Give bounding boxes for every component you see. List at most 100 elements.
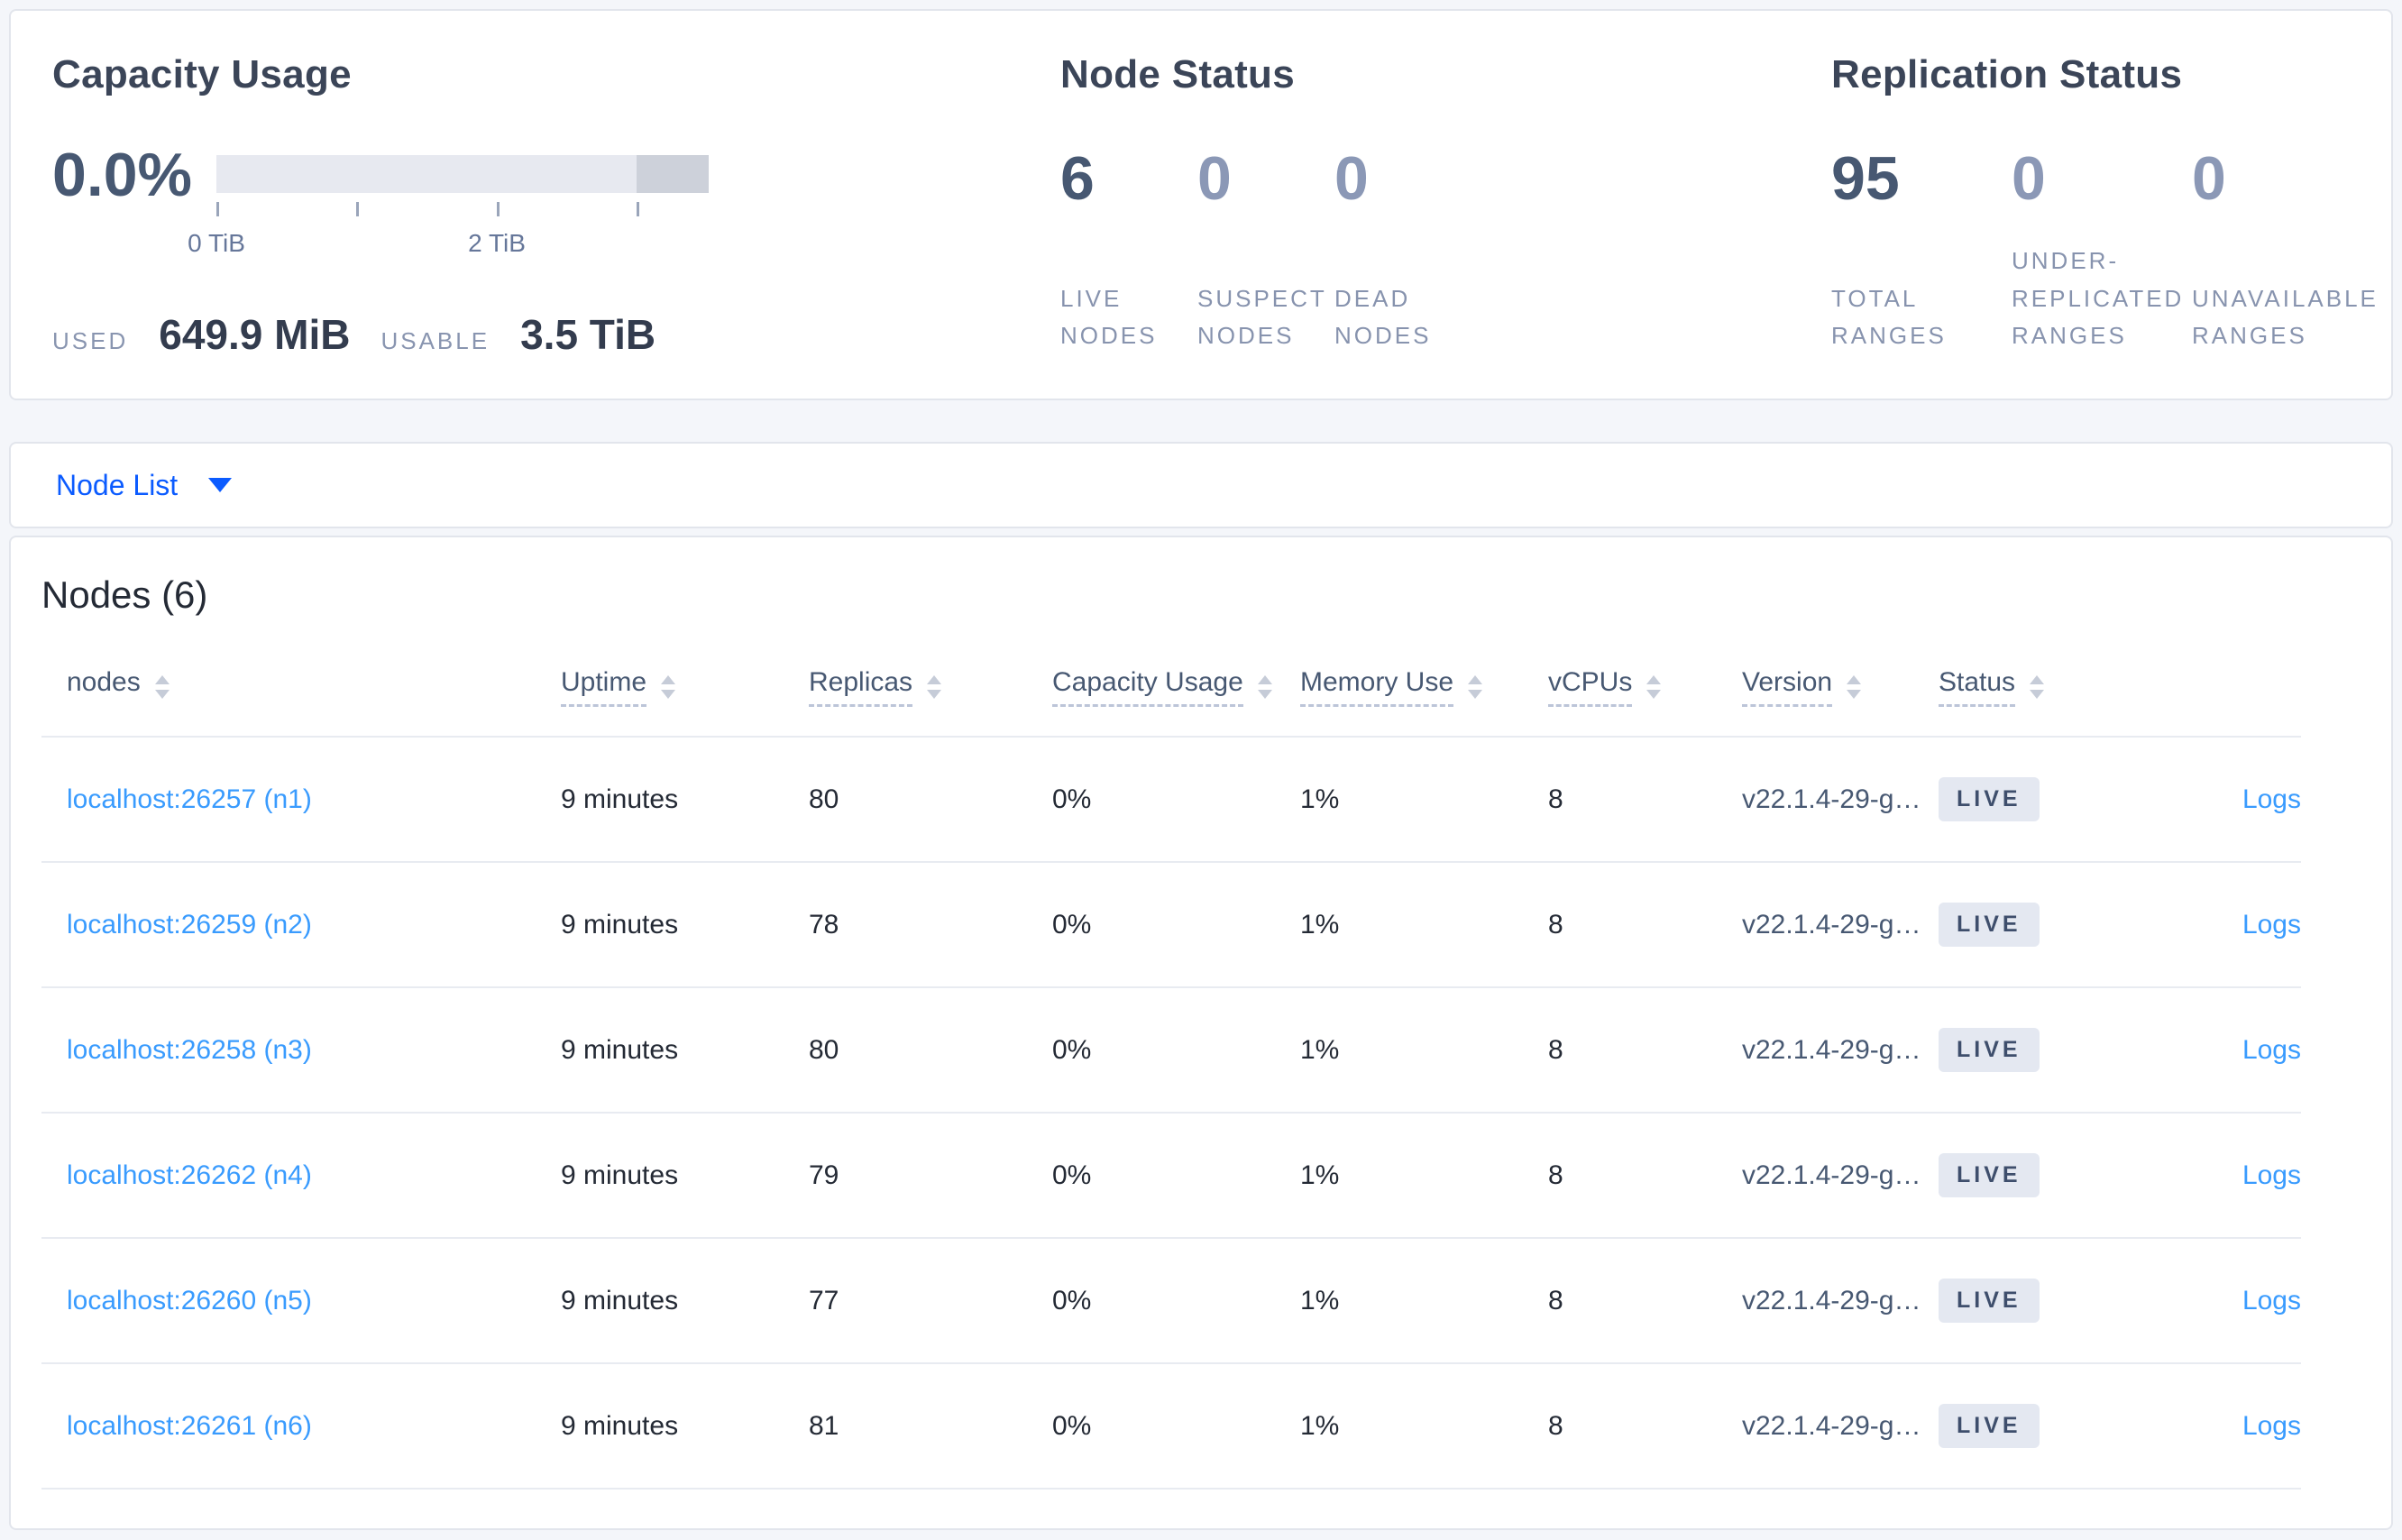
capacity-usage-title: Capacity Usage — [52, 52, 352, 96]
logs-link[interactable]: Logs — [2242, 910, 2301, 940]
uptime-cell: 9 minutes — [561, 1285, 679, 1315]
under-replicated-ranges-stat: 0 UNDER-REPLICATED RANGES — [2012, 148, 2192, 355]
version-cell: v22.1.4-29-g… — [1742, 784, 1921, 814]
sort-icon — [1257, 675, 1272, 699]
replicas-cell: 81 — [809, 1410, 839, 1441]
column-header-capacity-usage[interactable]: Capacity Usage — [1052, 667, 1300, 707]
sort-icon — [927, 675, 942, 699]
logs-link[interactable]: Logs — [2242, 1035, 2301, 1065]
replicas-cell: 79 — [809, 1160, 839, 1190]
node-link[interactable]: localhost:26261 (n6) — [67, 1411, 312, 1441]
table-row: localhost:26262 (n4) 9 minutes 79 0% 1% … — [41, 1114, 2301, 1239]
capacity-usage-bar — [216, 155, 709, 193]
live-nodes-value: 6 — [1060, 144, 1095, 213]
capacity-axis: 0 TiB 2 TiB — [188, 202, 709, 265]
used-value: 649.9 MiB — [159, 311, 351, 358]
usable-label: USABLE — [380, 327, 490, 354]
vcpus-cell: 8 — [1548, 1160, 1563, 1190]
column-header-status[interactable]: Status — [1939, 667, 2148, 707]
uptime-cell: 9 minutes — [561, 784, 679, 814]
live-nodes-label: LIVE NODES — [1060, 284, 1158, 350]
axis-tick — [356, 202, 359, 216]
memory-use-cell: 1% — [1300, 1410, 1340, 1441]
dead-nodes-label: DEAD NODES — [1334, 284, 1432, 350]
node-link[interactable]: localhost:26258 (n3) — [67, 1035, 312, 1065]
column-header-version[interactable]: Version — [1742, 667, 1939, 707]
cluster-summary-card: Capacity Usage 0.0% 0 TiB 2 TiB USED 649… — [9, 9, 2393, 400]
capacity-usage-cell: 0% — [1052, 1034, 1092, 1065]
replication-status-title: Replication Status — [1831, 52, 2183, 96]
version-cell: v22.1.4-29-g… — [1742, 1034, 1921, 1065]
node-link[interactable]: localhost:26257 (n1) — [67, 784, 312, 814]
axis-tick — [216, 202, 219, 216]
memory-use-cell: 1% — [1300, 909, 1340, 940]
total-ranges-value: 95 — [1831, 144, 1900, 213]
version-cell: v22.1.4-29-g… — [1742, 1160, 1921, 1190]
version-cell: v22.1.4-29-g… — [1742, 1285, 1921, 1315]
used-label: USED — [52, 327, 129, 354]
version-cell: v22.1.4-29-g… — [1742, 1410, 1921, 1441]
unavailable-ranges-stat: 0 UNAVAILABLE RANGES — [2192, 148, 2379, 355]
replicas-cell: 77 — [809, 1285, 839, 1315]
vcpus-cell: 8 — [1548, 1034, 1563, 1065]
status-badge: LIVE — [1939, 1028, 2040, 1072]
under-replicated-ranges-value: 0 — [2012, 144, 2046, 213]
dead-nodes-stat: 0 DEAD NODES — [1334, 148, 1471, 355]
sort-icon — [661, 675, 676, 699]
column-header-nodes[interactable]: nodes — [67, 667, 561, 707]
replication-status-stats: 95 TOTAL RANGES 0 UNDER-REPLICATED RANGE… — [1831, 144, 2379, 355]
logs-link[interactable]: Logs — [2242, 784, 2301, 814]
column-header-uptime[interactable]: Uptime — [561, 667, 809, 707]
chevron-down-icon — [208, 478, 233, 492]
table-header-row: nodes Uptime Replicas Capacity Usage Mem… — [41, 638, 2301, 738]
table-row: localhost:26261 (n6) 9 minutes 81 0% 1% … — [41, 1364, 2301, 1490]
status-badge: LIVE — [1939, 903, 2040, 947]
node-link[interactable]: localhost:26262 (n4) — [67, 1160, 312, 1190]
suspect-nodes-stat: 0 SUSPECT NODES — [1197, 148, 1334, 355]
column-header-memory-use[interactable]: Memory Use — [1300, 667, 1548, 707]
node-list-dropdown[interactable]: Node List — [56, 468, 233, 502]
table-row: localhost:26260 (n5) 9 minutes 77 0% 1% … — [41, 1239, 2301, 1364]
unavailable-ranges-label: UNAVAILABLE RANGES — [2192, 284, 2379, 350]
capacity-usage-cell: 0% — [1052, 1285, 1092, 1315]
node-link[interactable]: localhost:26260 (n5) — [67, 1286, 312, 1315]
memory-use-cell: 1% — [1300, 784, 1340, 814]
logs-link[interactable]: Logs — [2242, 1160, 2301, 1190]
live-nodes-stat: 6 LIVE NODES — [1060, 148, 1197, 355]
node-status-section: Node Status 6 LIVE NODES 0 SUSPECT NODES… — [1060, 11, 1764, 399]
table-row: localhost:26258 (n3) 9 minutes 80 0% 1% … — [41, 988, 2301, 1114]
logs-link[interactable]: Logs — [2242, 1286, 2301, 1315]
suspect-nodes-label: SUSPECT NODES — [1197, 284, 1327, 350]
node-status-title: Node Status — [1060, 52, 1295, 96]
capacity-percent-value: 0.0% — [52, 141, 192, 209]
uptime-cell: 9 minutes — [561, 1034, 679, 1065]
replicas-cell: 80 — [809, 1034, 839, 1065]
uptime-cell: 9 minutes — [561, 1410, 679, 1441]
logs-link[interactable]: Logs — [2242, 1411, 2301, 1441]
suspect-nodes-value: 0 — [1197, 144, 1232, 213]
axis-tick — [497, 202, 500, 216]
capacity-stats-row: USED 649.9 MiB USABLE 3.5 TiB — [52, 310, 656, 359]
view-selector-card: Node List — [9, 442, 2393, 528]
sort-icon — [154, 675, 170, 699]
capacity-usage-cell: 0% — [1052, 1160, 1092, 1190]
node-status-stats: 6 LIVE NODES 0 SUSPECT NODES 0 DEAD NODE… — [1060, 148, 1471, 355]
replication-status-section: Replication Status 95 TOTAL RANGES 0 UND… — [1831, 11, 2390, 399]
column-header-replicas[interactable]: Replicas — [809, 667, 1052, 707]
capacity-usage-section: Capacity Usage 0.0% 0 TiB 2 TiB USED 649… — [52, 11, 1008, 399]
nodes-table-title: Nodes (6) — [41, 573, 208, 616]
memory-use-cell: 1% — [1300, 1160, 1340, 1190]
node-link[interactable]: localhost:26259 (n2) — [67, 910, 312, 940]
vcpus-cell: 8 — [1548, 1285, 1563, 1315]
sort-icon — [1468, 675, 1483, 699]
table-row: localhost:26259 (n2) 9 minutes 78 0% 1% … — [41, 863, 2301, 988]
node-list-dropdown-label: Node List — [56, 468, 179, 501]
column-header-vcpus[interactable]: vCPUs — [1548, 667, 1742, 707]
vcpus-cell: 8 — [1548, 784, 1563, 814]
memory-use-cell: 1% — [1300, 1034, 1340, 1065]
capacity-usage-cell: 0% — [1052, 1410, 1092, 1441]
replicas-cell: 78 — [809, 909, 839, 940]
axis-tick — [637, 202, 639, 216]
sort-icon — [2030, 675, 2045, 699]
replicas-cell: 80 — [809, 784, 839, 814]
